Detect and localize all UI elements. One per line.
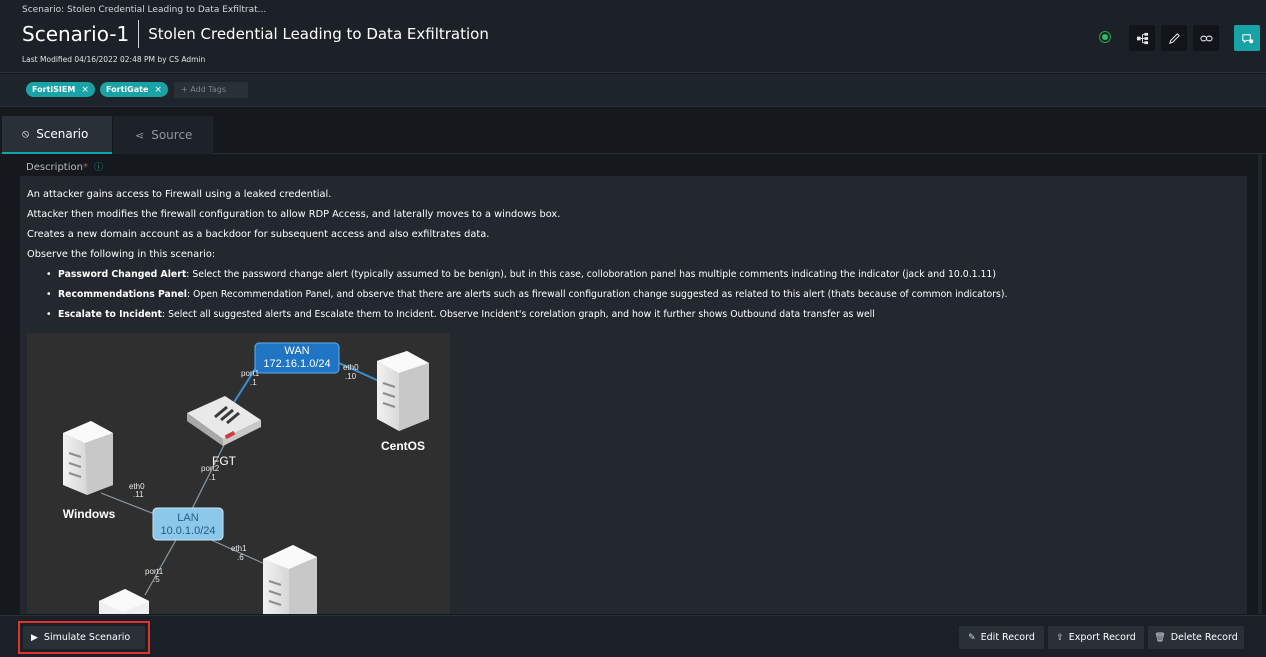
chat-icon [1241,33,1253,43]
bullet-title: Password Changed Alert [58,269,187,280]
info-icon[interactable]: ⓘ [94,163,103,173]
centos-label: CentOS [381,439,425,453]
bullet-text: : Select all suggested alerts and Escala… [161,309,875,320]
wan-subnet: 172.16.1.0/24 [263,358,330,370]
fortigate-device-icon [187,396,261,446]
tab-bar: ⦸ Scenario ⋖ Source [0,114,1266,154]
add-tags-input[interactable]: + Add Tags [174,82,248,98]
simulate-scenario-inner[interactable]: ▶ Simulate Scenario [23,626,145,649]
tag-label: FortiGate [106,85,149,94]
wan-name: WAN [284,345,309,357]
tag-fortigate[interactable]: FortiGate × [100,82,168,97]
host-server-icon [263,545,317,614]
description-line: Attacker then modifies the firewall conf… [27,209,561,220]
record-id: Scenario-1 [22,20,140,48]
bullet-text: : Open Recommendation Panel, and observe… [186,289,1008,300]
wan-segment: WAN 172.16.1.0/24 [254,342,340,374]
delete-label: Delete Record [1170,632,1238,643]
record-name: Stolen Credential Leading to Data Exfilt… [148,25,489,43]
tab-label: Source [151,128,193,142]
port-label: eth1 [231,544,247,553]
port-label: port2 [201,464,220,473]
trash-icon: 🗑 [1154,632,1166,643]
pencil-icon [1168,32,1180,44]
port-labels: port1 .1 eth0 .10 port2 .1 eth0 .11 eth1… [129,363,359,584]
port-label: eth0 [343,363,359,372]
bullet-title: Escalate to Incident [58,309,162,320]
source-icon: ⋖ [135,128,145,142]
export-label: Export Record [1068,632,1136,643]
simulate-scenario-button[interactable]: ▶ Simulate Scenario [18,621,150,654]
port-label: .1 [209,473,216,482]
scenario-icon: ⦸ [22,127,30,140]
description-line: Observe the following in this scenario: [27,249,216,260]
port-label: .11 [133,490,144,499]
lan-subnet: 10.0.1.0/24 [160,525,215,537]
bullet-recommendations: Recommendations Panel: Open Recommendati… [46,289,1008,300]
edit-header-button[interactable] [1161,25,1187,51]
tag-fortisiem[interactable]: FortiSIEM × [26,82,95,97]
bullet-text: : Select the password change alert (typi… [186,269,996,280]
page-title: Scenario-1 Stolen Credential Leading to … [22,20,489,48]
windows-label: Windows [63,507,116,521]
remove-tag-icon[interactable]: × [81,85,89,95]
play-icon: ▶ [31,632,38,643]
collaboration-button[interactable] [1234,25,1260,51]
port-label: .10 [345,372,357,381]
port-label: port1 [241,369,260,378]
port-label: .6 [237,553,244,562]
status-indicator [1099,31,1111,43]
tab-scenario[interactable]: ⦸ Scenario [2,116,112,154]
description-line: An attacker gains access to Firewall usi… [27,189,332,200]
edit-record-button[interactable]: ✎ Edit Record [959,626,1044,649]
network-topology: WAN 172.16.1.0/24 LAN 10.0.1.0/24 FGT Ce… [63,342,429,614]
tab-source[interactable]: ⋖ Source [113,116,213,154]
bullet-title: Recommendations Panel [58,289,187,300]
tag-label: FortiSIEM [32,85,76,94]
action-footer: ▶ Simulate Scenario ✎ Edit Record ⇪ Expo… [0,615,1266,657]
export-record-button[interactable]: ⇪ Export Record [1048,626,1144,649]
link-icon [1199,35,1213,41]
remove-tag-icon[interactable]: × [154,85,162,95]
simulate-label: Simulate Scenario [43,632,131,643]
description-line: Creates a new domain account as a backdo… [27,229,490,240]
centos-server-icon [377,351,429,431]
hierarchy-icon [1136,32,1148,44]
windows-server-icon [63,421,113,495]
delete-record-button[interactable]: 🗑 Delete Record [1148,626,1244,649]
breadcrumb[interactable]: Scenario: Stolen Credential Leading to D… [22,5,266,15]
network-diagram-image: WAN 172.16.1.0/24 LAN 10.0.1.0/24 FGT Ce… [27,333,450,614]
attacker-server-icon [99,589,149,614]
record-header: Scenario: Stolen Credential Leading to D… [0,0,1266,73]
bullet-password-changed: Password Changed Alert: Select the passw… [46,269,996,280]
last-modified-text: Last Modified 04/16/2022 02:48 PM by CS … [22,55,206,64]
port-label: .5 [153,575,160,584]
bullet-escalate: Escalate to Incident: Select all suggest… [46,309,875,320]
lan-segment: LAN 10.0.1.0/24 [152,507,224,541]
edit-icon: ✎ [968,632,976,643]
tab-label: Scenario [36,127,89,141]
description-label: Description* ⓘ [26,160,103,173]
edit-label: Edit Record [980,632,1035,643]
tag-bar: FortiSIEM × FortiGate × + Add Tags [0,74,1266,107]
port-label: .1 [250,378,257,387]
export-icon: ⇪ [1056,632,1064,643]
required-mark: * [82,162,88,173]
scrollbar[interactable] [1258,154,1262,614]
hierarchy-button[interactable] [1129,25,1155,51]
copy-link-button[interactable] [1193,25,1219,51]
lan-name: LAN [177,512,198,524]
description-label-text: Description [26,162,83,173]
